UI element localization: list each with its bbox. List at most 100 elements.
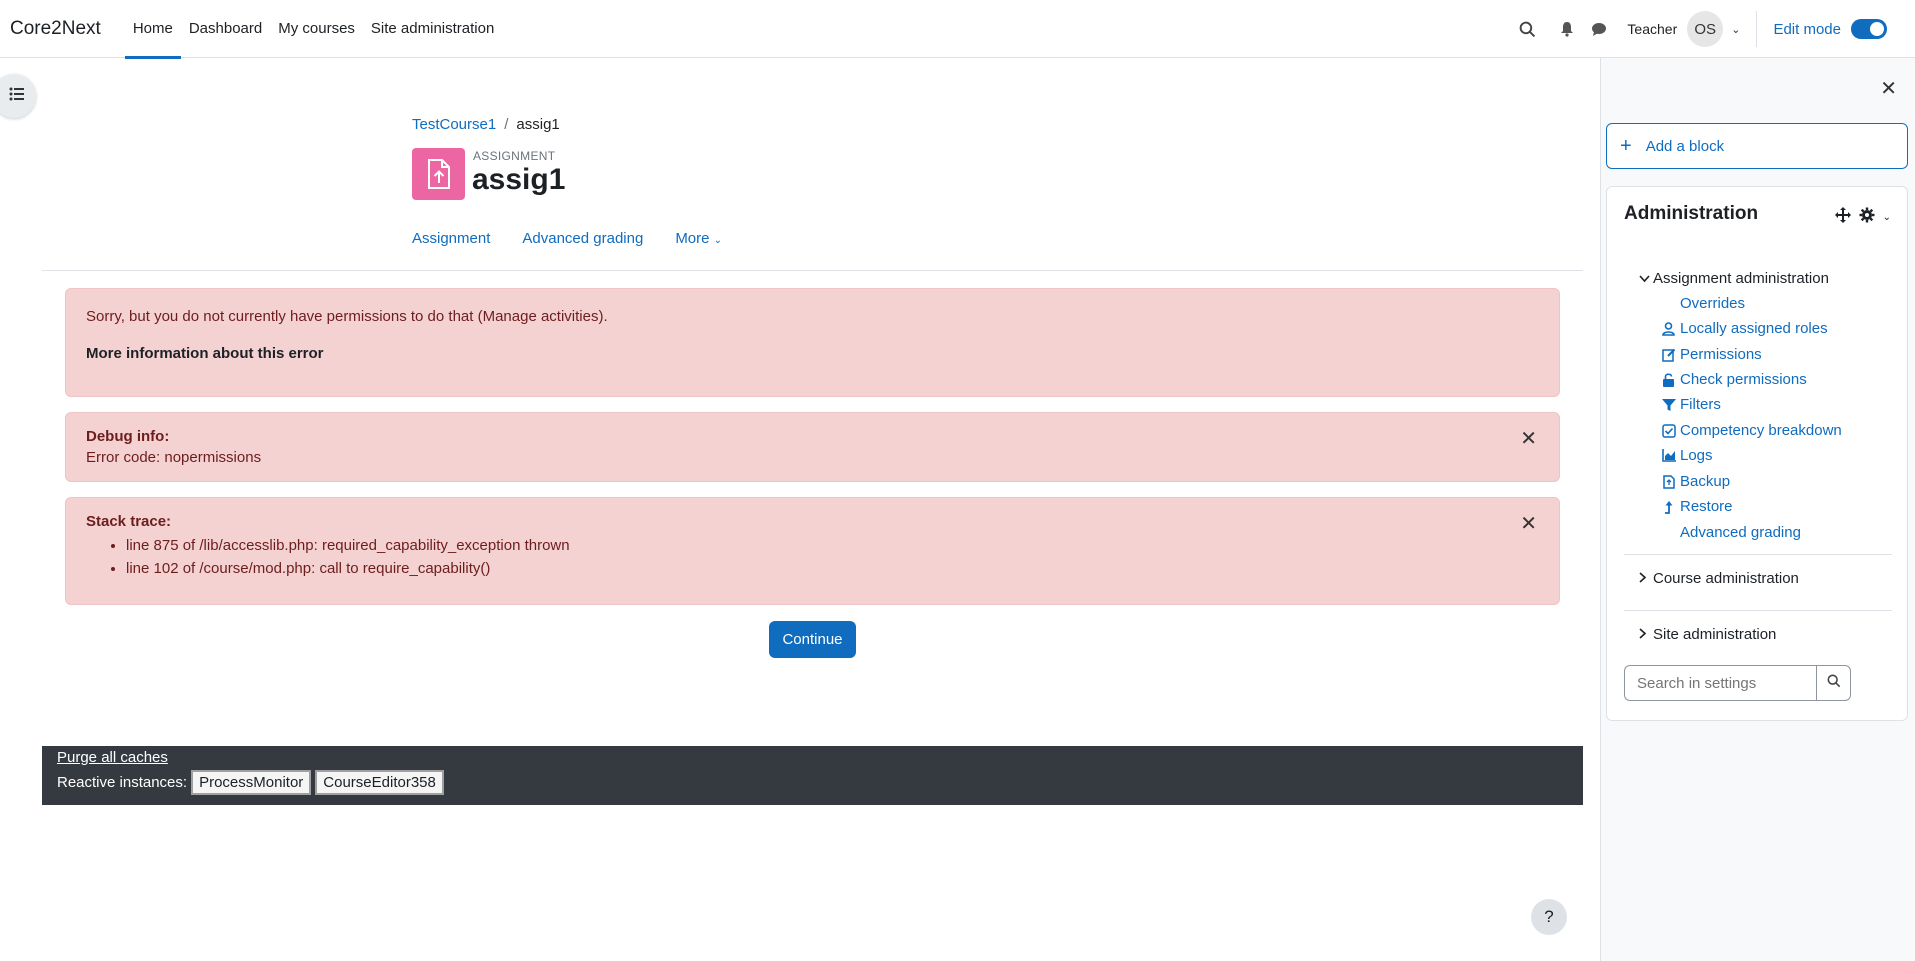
tab-advanced-grading[interactable]: Advanced grading [522, 230, 643, 247]
stack-trace-heading: Stack trace: [86, 513, 172, 530]
admin-item-overrides[interactable]: Overrides [1680, 295, 1745, 312]
admin-item-label: Filters [1680, 396, 1721, 413]
more-info-link[interactable]: More information about this error [86, 345, 1539, 362]
tree-node-label: Site administration [1653, 626, 1777, 643]
continue-button[interactable]: Continue [769, 621, 856, 658]
page-title: assig1 [472, 163, 566, 196]
tree-node-label: Course administration [1653, 570, 1799, 587]
filter-icon [1661, 397, 1676, 412]
admin-item-filters[interactable]: Filters [1661, 396, 1721, 413]
admin-item-advanced-grading[interactable]: Advanced grading [1680, 524, 1801, 541]
tab-more-label: More [675, 230, 710, 247]
chevron-down-icon[interactable]: ⌄ [1731, 23, 1740, 36]
checkbox-icon [1661, 423, 1676, 438]
breadcrumb-separator: / [504, 116, 509, 133]
gear-icon[interactable] [1859, 207, 1875, 227]
tab-more[interactable]: More ⌄ [675, 230, 722, 247]
close-icon[interactable]: ✕ [1520, 514, 1537, 534]
nav-my-courses[interactable]: My courses [270, 0, 363, 58]
tree-divider [1624, 554, 1892, 555]
debug-info-heading: Debug info: [86, 428, 170, 445]
tree-divider [1624, 610, 1892, 611]
reactive-instance-button[interactable]: CourseEditor358 [315, 770, 444, 795]
reactive-instance-button[interactable]: ProcessMonitor [191, 770, 312, 795]
debug-info-alert: Debug info: Error code: nopermissions ✕ [65, 412, 1560, 482]
debug-info-text: Error code: nopermissions [86, 449, 262, 466]
site-brand[interactable]: Core2Next [10, 18, 101, 40]
purge-caches-link[interactable]: Purge all caches [57, 749, 1568, 766]
nav-home[interactable]: Home [124, 0, 181, 59]
primary-nav: Home Dashboard My courses Site administr… [124, 0, 503, 59]
admin-item-competency-breakdown[interactable]: Competency breakdown [1661, 422, 1842, 439]
top-navbar: Core2Next Home Dashboard My courses Site… [0, 0, 1915, 59]
breadcrumb-course-link[interactable]: TestCourse1 [412, 116, 496, 133]
tree-node-assignment-administration[interactable]: Assignment administration [1639, 270, 1829, 287]
breadcrumb-current: assig1 [516, 116, 560, 133]
edit-mode-toggle[interactable] [1851, 19, 1887, 39]
admin-item-label: Competency breakdown [1680, 422, 1842, 439]
notification-bell-icon[interactable] [1551, 13, 1583, 45]
navbar-divider [1756, 11, 1758, 47]
move-icon[interactable] [1834, 207, 1851, 227]
admin-item-label: Overrides [1680, 295, 1746, 312]
tab-assignment[interactable]: Assignment [412, 230, 490, 247]
administration-block: Administration ⌄ Assignment administrati… [1606, 186, 1908, 721]
tree-node-course-administration[interactable]: Course administration [1639, 570, 1799, 587]
list-item: line 875 of /lib/accesslib.php: required… [126, 534, 1539, 557]
block-drawer: ✕ + Add a block Administration ⌄ Assignm… [1600, 58, 1915, 961]
settings-search-input[interactable] [1624, 665, 1817, 701]
admin-item-check-permissions[interactable]: Check permissions [1663, 371, 1807, 388]
tree-node-site-administration[interactable]: Site administration [1639, 626, 1777, 643]
stack-trace-alert: Stack trace: line 875 of /lib/accesslib.… [65, 497, 1560, 605]
file-icon [1661, 474, 1676, 489]
navbar-right: Teacher OS ⌄ Edit mode [1511, 0, 1915, 58]
add-block-button[interactable]: + Add a block [1606, 123, 1908, 169]
permission-error-alert: Sorry, but you do not currently have per… [65, 288, 1560, 397]
plus-icon: + [1620, 134, 1632, 157]
chevron-down-icon [1639, 270, 1650, 287]
course-index-toggle-button[interactable] [0, 74, 36, 118]
stack-trace-list: line 875 of /lib/accesslib.php: required… [126, 534, 1539, 580]
performance-footer: Purge all caches Reactive instances: Pro… [42, 746, 1583, 805]
edit-mode-label: Edit mode [1773, 20, 1841, 38]
secondary-nav-divider [42, 270, 1583, 271]
tree-node-label: Assignment administration [1653, 270, 1829, 287]
block-controls: ⌄ [1834, 207, 1891, 227]
chevron-right-icon [1639, 626, 1647, 643]
administration-title: Administration [1624, 203, 1759, 224]
secondary-nav: Assignment Advanced grading More ⌄ [412, 230, 722, 247]
help-button[interactable]: ? [1531, 899, 1567, 935]
admin-item-label: Advanced grading [1680, 524, 1801, 541]
admin-item-label: Permissions [1680, 346, 1762, 363]
search-icon [1827, 674, 1841, 692]
search-icon[interactable] [1511, 13, 1543, 45]
activity-type-label: ASSIGNMENT [473, 149, 556, 163]
chevron-down-icon[interactable]: ⌄ [1883, 212, 1891, 223]
permission-error-message: Sorry, but you do not currently have per… [86, 308, 608, 325]
user-role-label: Teacher [1627, 21, 1678, 37]
settings-search [1624, 665, 1854, 701]
settings-search-button[interactable] [1817, 665, 1851, 701]
nav-site-administration[interactable]: Site administration [363, 0, 502, 58]
admin-item-label: Restore [1680, 498, 1733, 515]
reactive-instances-row: Reactive instances: ProcessMonitor Cours… [57, 770, 1568, 795]
add-block-label: Add a block [1645, 137, 1725, 155]
admin-item-permissions[interactable]: Permissions [1661, 346, 1762, 363]
avatar[interactable]: OS [1687, 11, 1724, 47]
admin-item-logs[interactable]: Logs [1661, 447, 1713, 464]
upload-arrow-icon [1661, 499, 1676, 514]
admin-item-label: Check permissions [1680, 371, 1807, 388]
messages-icon[interactable] [1583, 13, 1615, 45]
admin-item-backup[interactable]: Backup [1662, 473, 1730, 490]
close-icon[interactable]: ✕ [1520, 429, 1537, 449]
admin-item-locally-assigned-roles[interactable]: Locally assigned roles [1662, 320, 1828, 337]
list-icon [9, 87, 25, 105]
close-icon[interactable]: ✕ [1880, 76, 1897, 101]
edit-icon [1661, 347, 1676, 362]
admin-item-restore[interactable]: Restore [1664, 498, 1733, 515]
chevron-right-icon [1639, 570, 1647, 587]
admin-item-label: Logs [1680, 447, 1713, 464]
reactive-instances-label: Reactive instances: [57, 774, 188, 791]
user-icon [1661, 321, 1676, 336]
nav-dashboard[interactable]: Dashboard [181, 0, 270, 58]
